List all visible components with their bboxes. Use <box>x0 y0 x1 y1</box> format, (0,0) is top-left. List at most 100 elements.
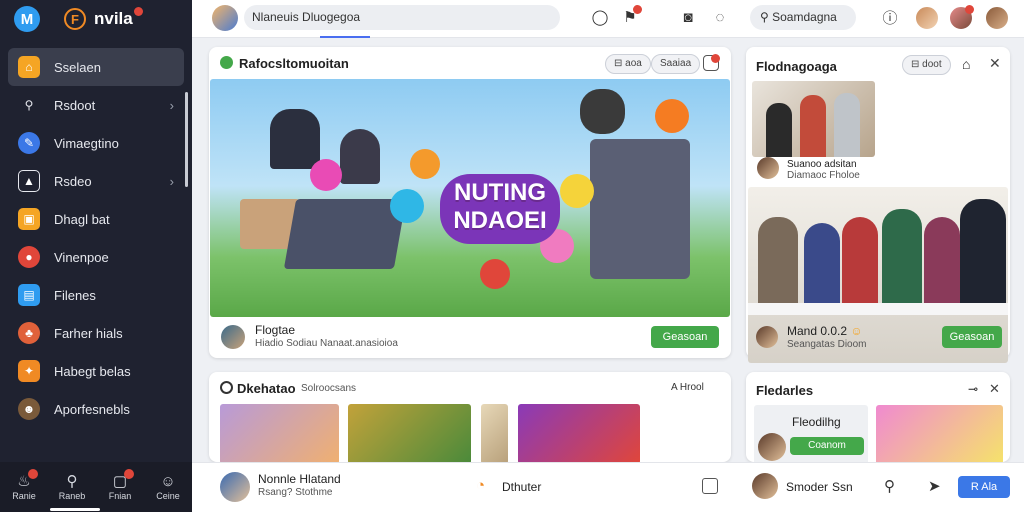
user2-name[interactable]: Smoder <box>786 480 828 494</box>
laptop-illustration <box>283 199 407 269</box>
sidebar: M F nvila ⌂ Sselaen ⚲ Rsdoot › ✎ Vimaegt… <box>0 0 192 512</box>
card-link[interactable]: A Hrool <box>671 382 704 393</box>
image-icon[interactable] <box>702 478 718 494</box>
image-icon: ▲ <box>18 170 40 192</box>
info-icon[interactable]: ⓘ <box>880 7 900 27</box>
person-figure <box>960 199 1006 307</box>
card-title: Rafocsltomuoitan <box>239 56 349 71</box>
status-icon <box>220 56 233 69</box>
active-tab-indicator <box>320 36 370 38</box>
avatar[interactable] <box>757 157 779 179</box>
save-button[interactable]: ⊟ aoa <box>605 54 651 74</box>
close-icon[interactable]: ✕ <box>989 381 1000 397</box>
primary-button[interactable]: R Ala <box>958 476 1010 498</box>
person-figure <box>834 93 860 157</box>
feature-tile[interactable]: Fleodilhg Coanom <box>754 405 868 462</box>
story-thumbnail[interactable] <box>220 404 339 462</box>
sidebar-item-images[interactable]: ▲ Rsdeo › <box>8 162 184 200</box>
hero-image[interactable]: NUTING NDAOEI <box>210 79 730 317</box>
sidebar-item-profile[interactable]: ☻ Aporfesnebls <box>8 390 184 428</box>
bottom-item-label: Fnian <box>108 491 132 501</box>
story-thumbnail[interactable] <box>481 404 508 462</box>
sidebar-item-search[interactable]: ⚲ Rsdoot › <box>8 86 184 124</box>
bottom-item-search[interactable]: ⚲ Raneb <box>52 473 92 501</box>
avatar[interactable] <box>212 5 238 31</box>
person-figure <box>842 217 878 307</box>
center-label[interactable]: Dthuter <box>502 480 541 494</box>
send-icon[interactable]: ➤ <box>928 477 941 495</box>
author-avatar[interactable] <box>221 325 245 349</box>
bottom-item-label: Raneb <box>58 491 86 501</box>
user-icon: ☺ <box>160 473 176 490</box>
avatar[interactable] <box>948 5 974 31</box>
sidebar-item-people[interactable]: ♣ Farher hials <box>8 314 184 352</box>
card-title: Dkehatao <box>237 381 296 396</box>
sidebar-item-home[interactable]: ⌂ Sselaen <box>8 48 184 86</box>
avatar[interactable] <box>756 326 778 348</box>
close-icon[interactable]: ✕ <box>989 55 1001 72</box>
sidebar-item-label: Rsdoot <box>54 97 96 113</box>
bell-icon[interactable]: ⌂ <box>962 56 970 72</box>
person-name-text: Mand 0.0.2 <box>787 324 848 338</box>
author-name[interactable]: Flogtae <box>255 323 295 337</box>
sidebar-item-label: Dhagl bat <box>54 211 110 227</box>
sidebar-item-chat[interactable]: ▣ Dhagl bat <box>8 200 184 238</box>
badge <box>124 469 134 479</box>
user-name[interactable]: Nonnle Hlatand <box>258 472 341 486</box>
bottom-item-account[interactable]: ☺ Ceine <box>148 473 188 501</box>
search-icon[interactable]: ⚲ <box>884 477 895 495</box>
chevron-right-icon: › <box>169 97 174 113</box>
sidebar-item-label: Filenes <box>54 287 96 303</box>
sidebar-nav: ⌂ Sselaen ⚲ Rsdoot › ✎ Vimaegtino ▲ Rsde… <box>8 48 184 428</box>
bottom-item-label: Ranie <box>12 491 36 501</box>
action-button[interactable]: Geasoan <box>651 326 719 348</box>
pin-icon[interactable]: ⚑ <box>620 5 642 27</box>
story-thumbnail[interactable] <box>348 404 471 462</box>
person-name[interactable]: Mand 0.0.2 ☺ <box>787 324 863 338</box>
avatar[interactable] <box>984 5 1010 31</box>
sidebar-item-label: Aporfesnebls <box>54 401 130 417</box>
comment-icon[interactable]: ◌ <box>710 7 730 27</box>
m-logo-icon[interactable]: M <box>14 6 40 32</box>
chat-bubble-icon[interactable]: ◯ <box>590 7 610 27</box>
action-button[interactable]: Geasoan <box>942 326 1002 348</box>
sidebar-item-label: Farher hials <box>54 325 123 341</box>
pen-icon: ✎ <box>18 132 40 154</box>
mushroom-illustration <box>480 259 510 289</box>
sidebar-item-files[interactable]: ▤ Filenes <box>8 276 184 314</box>
person-figure <box>766 103 792 157</box>
person-name[interactable]: Suanoo adsitan <box>787 159 857 170</box>
camera-icon[interactable]: ◙ <box>678 7 698 27</box>
avatar[interactable] <box>914 5 940 31</box>
avatar[interactable] <box>752 473 778 499</box>
search-input[interactable]: Nlaneuis Dluogegoa <box>244 5 560 30</box>
feature-tile[interactable] <box>876 405 1003 462</box>
person-sub: Diamaoc Fholoe <box>787 170 860 181</box>
tile-label: Fleodilhg <box>792 415 841 429</box>
sidebar-item-label: Sselaen <box>54 59 101 75</box>
bell-icon: ✦ <box>18 360 40 382</box>
sidebar-item-notifications[interactable]: ✦ Habegt belas <box>8 352 184 390</box>
home-indicator <box>50 508 100 511</box>
more-icon[interactable] <box>703 54 720 71</box>
save-button[interactable]: ⊟ doot <box>902 55 951 75</box>
story-thumbnail[interactable] <box>518 404 640 462</box>
bubble-icon <box>560 174 594 208</box>
sidebar-scrollbar[interactable] <box>185 92 188 187</box>
bottom-item-messages[interactable]: ▢ Fnian <box>100 469 140 501</box>
sidebar-item-label: Vinenpoe <box>54 249 109 265</box>
bottom-item-alerts[interactable]: ♨ Ranie <box>4 469 44 501</box>
sidebar-item-edit[interactable]: ✎ Vimaegtino <box>8 124 184 162</box>
button-label: doot <box>922 59 942 70</box>
link-icon[interactable]: ⊸ <box>968 382 978 396</box>
home-icon: ⌂ <box>18 56 40 78</box>
share-button[interactable]: Saaiaa <box>651 54 701 74</box>
tile-button[interactable]: Coanom <box>790 437 864 455</box>
group-photo[interactable] <box>752 81 875 157</box>
chat-bubble-icon[interactable]: ◔ <box>476 477 485 494</box>
avatar[interactable] <box>220 472 250 502</box>
search-icon: ⚲ <box>66 473 78 490</box>
sidebar-item-video[interactable]: ● Vinenpoe <box>8 238 184 276</box>
search-pill[interactable]: ⚲ Soamdagna <box>750 5 856 30</box>
user2-sub: Ssn <box>832 480 853 494</box>
